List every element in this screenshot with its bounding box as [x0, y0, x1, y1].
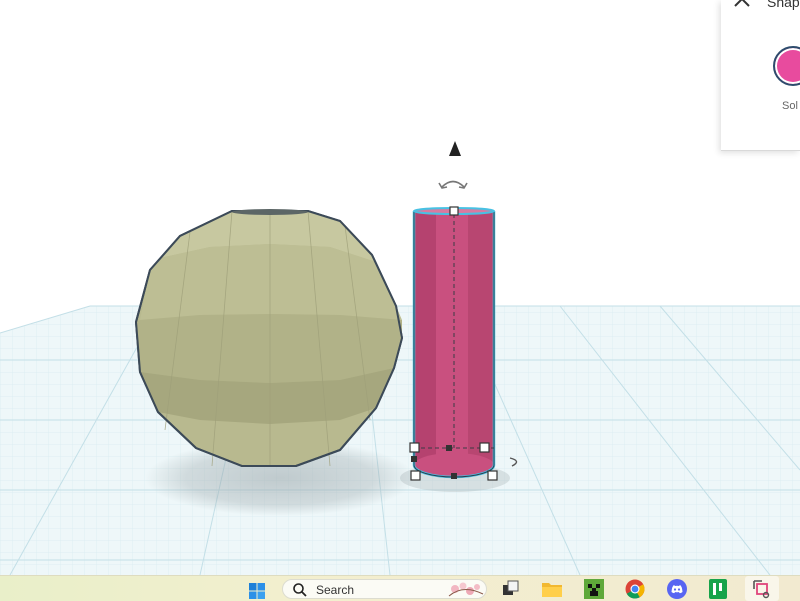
shape-properties-panel: Shap Sol	[721, 0, 800, 151]
taskbar-search-box[interactable]: Search	[282, 579, 487, 599]
snipping-tool-icon[interactable]	[752, 579, 772, 599]
rotate-icon[interactable]	[438, 180, 468, 189]
handle-corner-tl	[409, 442, 420, 453]
file-explorer-icon[interactable]	[541, 579, 563, 599]
windows-taskbar: Search	[0, 575, 800, 601]
handle-side[interactable]	[411, 456, 417, 462]
handle-corner-tr	[479, 442, 490, 453]
handle-corner-bl	[410, 470, 421, 481]
discord-icon[interactable]	[666, 579, 688, 599]
search-label: Search	[316, 583, 355, 597]
color-swatch[interactable]	[773, 46, 800, 86]
chrome-icon[interactable]	[625, 579, 645, 599]
task-view-icon[interactable]	[501, 579, 521, 599]
handle-center-bottom[interactable]	[451, 473, 457, 479]
handle-top	[449, 206, 459, 216]
sheets-app-icon[interactable]	[708, 579, 728, 599]
search-highlight-decoration	[448, 582, 484, 597]
handle-corner-br	[487, 470, 498, 481]
start-icon[interactable]	[248, 581, 266, 601]
workplane-viewport[interactable]	[0, 0, 800, 575]
cylinder-shape[interactable]	[412, 207, 496, 479]
color-swatch-label: Sol	[782, 100, 798, 112]
panel-title: Shap	[767, 0, 800, 10]
lift-arrow-icon[interactable]	[449, 141, 461, 156]
handle-center[interactable]	[446, 445, 452, 451]
search-icon	[293, 583, 307, 597]
minecraft-icon[interactable]	[584, 579, 604, 599]
close-icon[interactable]	[731, 0, 753, 10]
